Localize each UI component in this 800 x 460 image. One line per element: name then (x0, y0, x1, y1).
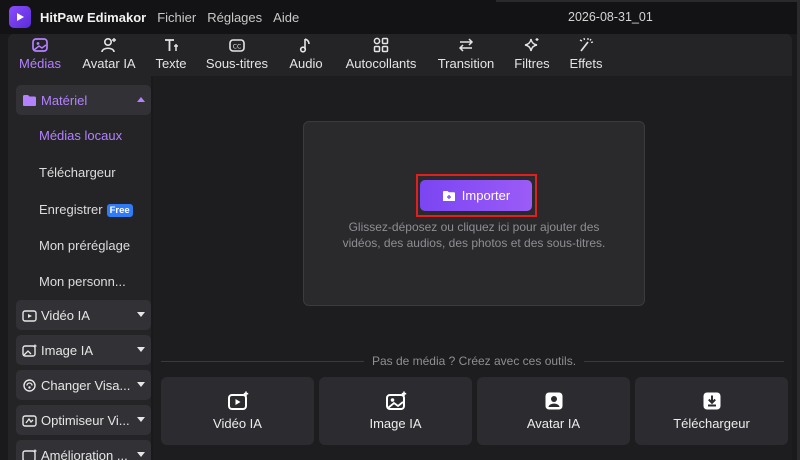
tool-card-telechargeur[interactable]: Téléchargeur (635, 377, 788, 445)
app-name: HitPaw Edimakor (40, 9, 147, 25)
tool-card-label: Avatar IA (526, 416, 581, 431)
sidebar-group-image-ia[interactable]: Image IA (16, 335, 151, 365)
tab-label: Effets (569, 56, 603, 71)
sidebar: Matériel Médias locaux Téléchargeur Enre… (8, 76, 151, 460)
chevron-up-icon (137, 97, 145, 102)
tab-label: Audio (289, 56, 323, 71)
sidebar-group-label: Optimiseur Vi... (41, 412, 130, 428)
sparkle-icon (524, 38, 539, 52)
transition-icon (458, 38, 474, 52)
sidebar-item-mon-personnage[interactable]: Mon personn... (39, 274, 126, 289)
free-badge: Free (106, 204, 133, 217)
menu-aide[interactable]: Aide (273, 10, 299, 25)
magic-wand-icon (579, 37, 594, 52)
chevron-down-icon (137, 417, 145, 422)
sidebar-item-medias-locaux[interactable]: Médias locaux (39, 128, 122, 143)
tab-label: Sous-titres (205, 56, 269, 71)
tab-audio[interactable]: Audio (286, 36, 326, 71)
image-ai-icon (22, 344, 37, 357)
svg-text:CC: CC (233, 44, 241, 51)
sidebar-group-label: Amélioration ... (41, 447, 128, 460)
tab-label: Texte (155, 56, 187, 71)
sidebar-group-video-ia[interactable]: Vidéo IA (16, 300, 151, 330)
folder-plus-icon (442, 190, 455, 201)
tab-autocollants[interactable]: Autocollants (343, 36, 419, 71)
title-bar-accent-line (496, 0, 800, 2)
chevron-down-icon (137, 382, 145, 387)
project-name[interactable]: 2026-08-31_01 (568, 10, 653, 24)
app-logo-icon (9, 6, 31, 28)
tab-effets[interactable]: Effets (568, 36, 604, 71)
tab-label: Transition (437, 56, 495, 71)
enhance-icon (22, 449, 37, 460)
divider-text: Pas de média ? Créez avec ces outils. (371, 354, 577, 368)
tab-transition[interactable]: Transition (436, 36, 496, 71)
tool-card-image-ia[interactable]: Image IA (319, 377, 472, 445)
import-button-label: Importer (461, 188, 511, 203)
media-icon (32, 38, 48, 52)
tab-medias[interactable]: Médias (18, 36, 62, 71)
download-icon (703, 392, 720, 410)
sidebar-item-enregistrer[interactable]: Enregistrer Free (39, 202, 133, 217)
tab-texte[interactable]: Texte (153, 36, 189, 71)
tool-card-label: Téléchargeur (673, 416, 750, 431)
drop-hint: Glissez-déposez ou cliquez ici pour ajou… (310, 219, 638, 251)
sidebar-item-mon-preglage[interactable]: Mon préréglage (39, 238, 130, 253)
sidebar-group-optimiseur-video[interactable]: Optimiseur Vi... (16, 405, 151, 435)
menu-reglages[interactable]: Réglages (207, 10, 262, 25)
image-ai-icon (385, 391, 406, 410)
title-bar: HitPaw Edimakor Fichier Réglages Aide (0, 0, 800, 34)
sidebar-group-changer-visage[interactable]: Changer Visa... (16, 370, 151, 400)
tab-label: Filtres (514, 56, 550, 71)
tab-label: Autocollants (345, 56, 417, 71)
stickers-icon (373, 37, 389, 53)
divider-right (584, 361, 784, 362)
tab-label: Médias (19, 56, 61, 71)
sidebar-group-amelioration[interactable]: Amélioration ... (16, 440, 151, 460)
main-toolbar: Médias Avatar IA Texte CC Sous-titres Au… (8, 34, 792, 76)
chevron-down-icon (137, 452, 145, 457)
drop-hint-line: Glissez-déposez ou cliquez ici pour ajou… (348, 220, 600, 234)
sidebar-group-label: Matériel (41, 92, 88, 108)
tab-filtres[interactable]: Filtres (513, 36, 551, 71)
video-ai-icon (227, 391, 248, 410)
tool-card-label: Vidéo IA (213, 416, 262, 431)
sidebar-group-label: Changer Visa... (41, 377, 131, 393)
tool-card-label: Image IA (369, 416, 422, 431)
avatar-icon (545, 392, 562, 410)
tool-card-avatar-ia[interactable]: Avatar IA (477, 377, 630, 445)
chevron-down-icon (137, 312, 145, 317)
folder-icon (22, 94, 37, 107)
import-button[interactable]: Importer (420, 180, 532, 211)
tool-card-video-ia[interactable]: Vidéo IA (161, 377, 314, 445)
tab-sous-titres[interactable]: CC Sous-titres (204, 36, 270, 71)
tab-avatar-ia[interactable]: Avatar IA (80, 36, 138, 71)
sidebar-item-label: Enregistrer (39, 202, 103, 217)
menu-fichier[interactable]: Fichier (157, 10, 196, 25)
divider-left (161, 361, 364, 362)
video-ai-icon (22, 309, 37, 322)
sidebar-group-label: Image IA (41, 342, 94, 358)
sidebar-group-label: Vidéo IA (41, 307, 90, 323)
drop-hint-line: vidéos, des audios, des photos et des so… (342, 236, 606, 250)
face-swap-icon (22, 378, 37, 392)
chevron-down-icon (137, 347, 145, 352)
avatar-icon (101, 37, 116, 53)
sidebar-group-materiel[interactable]: Matériel (16, 85, 151, 115)
music-note-icon (299, 38, 310, 53)
sidebar-item-telechargeur[interactable]: Téléchargeur (39, 165, 116, 180)
tab-label: Avatar IA (82, 56, 136, 71)
optimizer-icon (22, 414, 37, 427)
text-icon (165, 39, 178, 51)
subtitles-icon: CC (229, 39, 245, 52)
